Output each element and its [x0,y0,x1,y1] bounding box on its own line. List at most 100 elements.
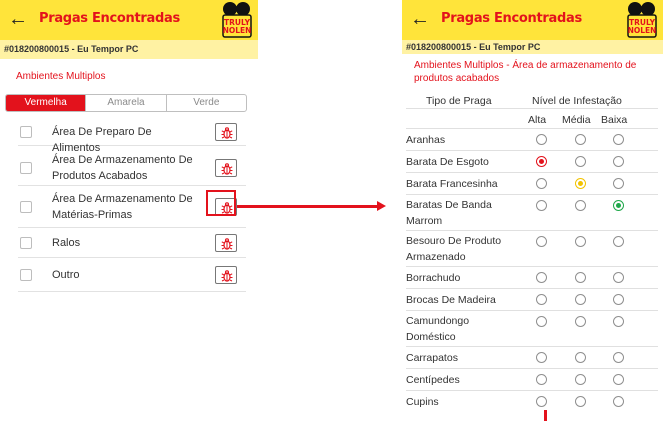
radio-baixa[interactable] [613,396,624,407]
pest-name: Cupins [406,396,439,408]
pest-name: Baratas De Banda Marrom [406,199,492,227]
pest-row: Centípedes [406,369,658,391]
radio-media[interactable] [575,352,586,363]
environment-checkbox[interactable] [20,161,32,174]
radio-alta[interactable] [536,396,547,407]
truly-nolen-logo: TRULY NOLEN [627,2,657,38]
pest-name: Centípedes [406,374,460,386]
pest-row: Aranhas [406,129,658,151]
truly-nolen-logo: TRULY NOLEN [222,2,252,38]
environment-label: Área De Armazenamento De Produtos Acabad… [52,153,193,182]
column-header-baixa: Baixa [601,114,628,126]
environment-row[interactable]: Outro [18,258,246,292]
radio-media[interactable] [575,316,586,327]
svg-text:NOLEN: NOLEN [223,26,252,35]
environment-row[interactable]: Área De Preparo De Alimentos [18,118,246,154]
radio-baixa[interactable] [613,352,624,363]
environment-checkbox[interactable] [20,201,32,213]
arrow-left-icon[interactable]: ← [8,8,30,30]
pest-name: Barata De Esgoto [406,156,489,168]
pest-row: Carrapatos [406,347,658,369]
environment-checkbox[interactable] [20,269,32,281]
radio-baixa[interactable] [613,294,624,305]
radio-alta[interactable] [536,374,547,385]
client-info-bar: #018200800015 - Eu Tempor PC [0,40,258,59]
pest-row: Cupins [406,391,658,409]
radio-baixa[interactable] [613,134,624,145]
add-pest-button[interactable] [215,266,237,284]
app-bar: ← Pragas Encontradas TRULY NOLEN [0,0,258,40]
radio-alta[interactable] [536,236,547,247]
tab-verde[interactable]: Verde [165,95,246,111]
bug-icon [221,238,233,250]
pest-name: Aranhas [406,134,446,146]
tab-amarela[interactable]: Amarela [85,95,165,111]
radio-baixa[interactable] [613,178,624,189]
highlight-box [206,190,236,216]
radio-alta[interactable] [536,178,547,189]
radio-alta[interactable] [536,272,547,283]
bug-icon [221,270,233,282]
page-title: Pragas Encontradas [39,11,180,26]
pest-row: Barata De Esgoto [406,151,658,173]
pest-row: Borrachudo [406,267,658,289]
radio-alta[interactable] [536,156,547,167]
pest-row: Barata Francesinha [406,173,658,195]
radio-media[interactable] [575,396,586,407]
divider [406,108,658,109]
radio-alta[interactable] [536,134,547,145]
radio-alta[interactable] [536,200,547,211]
radio-baixa[interactable] [613,316,624,327]
left-screen: ← Pragas Encontradas TRULY NOLEN #018200… [0,0,258,421]
environment-checkbox[interactable] [20,126,32,138]
client-info-bar: #018200800015 - Eu Tempor PC [402,40,663,54]
breadcrumb: Ambientes Multiplos - Área de armazename… [414,60,637,84]
radio-media[interactable] [575,200,586,211]
radio-media[interactable] [575,236,586,247]
page-title: Pragas Encontradas [441,11,582,26]
right-screen: ← Pragas Encontradas TRULY NOLEN #018200… [402,0,663,421]
bug-icon [221,162,233,175]
radio-media[interactable] [575,294,586,305]
radio-baixa[interactable] [613,272,624,283]
svg-text:NOLEN: NOLEN [628,26,657,35]
add-pest-button[interactable] [215,234,237,252]
radio-alta[interactable] [536,316,547,327]
connector-arrow-head [377,201,386,211]
pest-name: Besouro De Produto Armazenado [406,235,502,263]
add-pest-button[interactable] [215,158,237,177]
column-header-media: Média [562,114,591,126]
pest-row: Baratas De Banda Marrom [406,195,658,231]
environment-checkbox[interactable] [20,237,32,249]
pest-name: Brocas De Madeira [406,294,496,306]
environment-row[interactable]: Área De Armazenamento De Produtos Acabad… [18,149,246,186]
pest-name: Borrachudo [406,272,461,284]
environment-label: Outro [52,269,80,281]
pest-name: Camundongo Doméstico [406,315,470,343]
environment-label: Área De Armazenamento De Matérias-Primas [52,193,193,221]
environment-row[interactable]: Ralos [18,228,246,258]
pest-row: Besouro De Produto Armazenado [406,231,658,267]
right-screen-viewport: ← Pragas Encontradas TRULY NOLEN #018200… [402,0,663,409]
column-header-infestation-level: Nível de Infestação [532,95,622,107]
breadcrumb: Ambientes Multiplos [16,71,106,82]
radio-baixa[interactable] [613,200,624,211]
scroll-indicator-arrow [544,410,547,421]
radio-media[interactable] [575,374,586,385]
radio-media[interactable] [575,134,586,145]
radio-media[interactable] [575,178,586,189]
radio-media[interactable] [575,156,586,167]
pest-row: Camundongo Doméstico [406,311,658,347]
radio-alta[interactable] [536,294,547,305]
radio-alta[interactable] [536,352,547,363]
add-pest-button[interactable] [215,123,237,141]
severity-tabs: Vermelha Amarela Verde [5,94,247,112]
arrow-left-icon[interactable]: ← [410,8,432,30]
radio-baixa[interactable] [613,236,624,247]
pest-row: Brocas De Madeira [406,289,658,311]
radio-baixa[interactable] [613,374,624,385]
radio-media[interactable] [575,272,586,283]
tab-vermelha[interactable]: Vermelha [6,95,86,111]
app-bar: ← Pragas Encontradas TRULY NOLEN [402,0,663,40]
radio-baixa[interactable] [613,156,624,167]
